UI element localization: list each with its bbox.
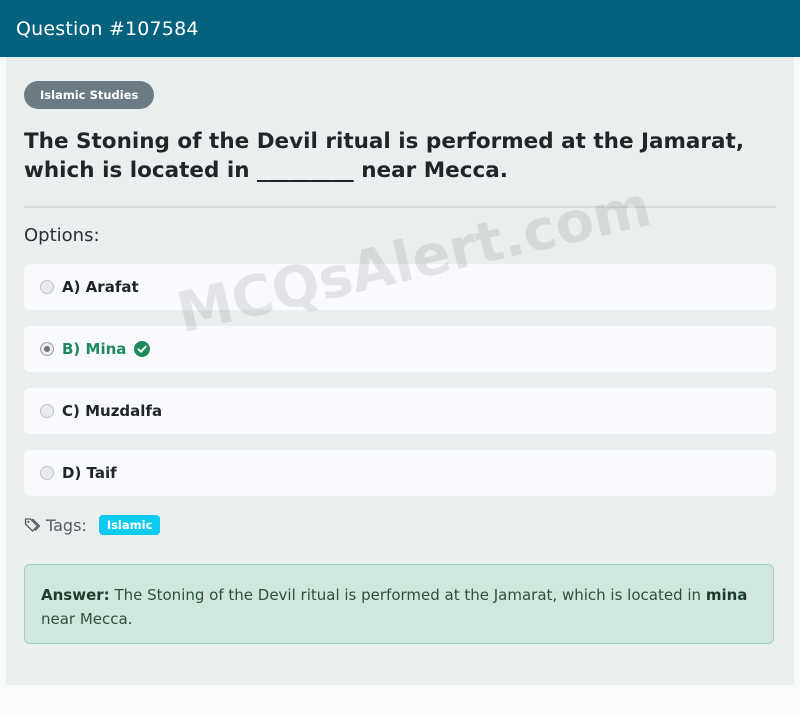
option-d[interactable]: D) Taif [24, 450, 776, 496]
tags-row: Tags: Islamic [24, 515, 161, 535]
page-header: Question #107584 [0, 0, 800, 57]
answer-text-before: The Stoning of the Devil ritual is perfo… [114, 586, 702, 604]
tags-icon [24, 518, 41, 532]
option-b-label: B) Mina [62, 340, 127, 358]
divider [24, 206, 776, 208]
option-c[interactable]: C) Muzdalfa [24, 388, 776, 434]
check-circle-icon [134, 341, 151, 357]
question-card: Islamic Studies The Stoning of the Devil… [6, 57, 794, 685]
answer-box: Answer: The Stoning of the Devil ritual … [24, 564, 774, 644]
option-a-radio[interactable] [40, 280, 54, 294]
option-d-label: D) Taif [62, 464, 117, 482]
option-b[interactable]: B) Mina [24, 326, 776, 372]
answer-highlight: mina [705, 586, 748, 604]
tags-label: Tags: [46, 515, 87, 535]
option-d-radio[interactable] [40, 466, 54, 480]
answer-text-after: near Mecca. [41, 610, 133, 628]
option-a-label: A) Arafat [62, 278, 139, 296]
option-b-radio[interactable] [40, 342, 54, 356]
option-c-radio[interactable] [40, 404, 54, 418]
bottom-strip [0, 688, 800, 718]
question-number-title: Question #107584 [16, 17, 199, 40]
tag-islamic[interactable]: Islamic [98, 515, 161, 535]
options-heading: Options: [24, 225, 100, 246]
option-a[interactable]: A) Arafat [24, 264, 776, 310]
answer-prefix: Answer: [41, 586, 110, 604]
question-text: The Stoning of the Devil ritual is perfo… [24, 129, 744, 183]
option-c-label: C) Muzdalfa [62, 402, 163, 420]
category-badge[interactable]: Islamic Studies [24, 81, 155, 109]
